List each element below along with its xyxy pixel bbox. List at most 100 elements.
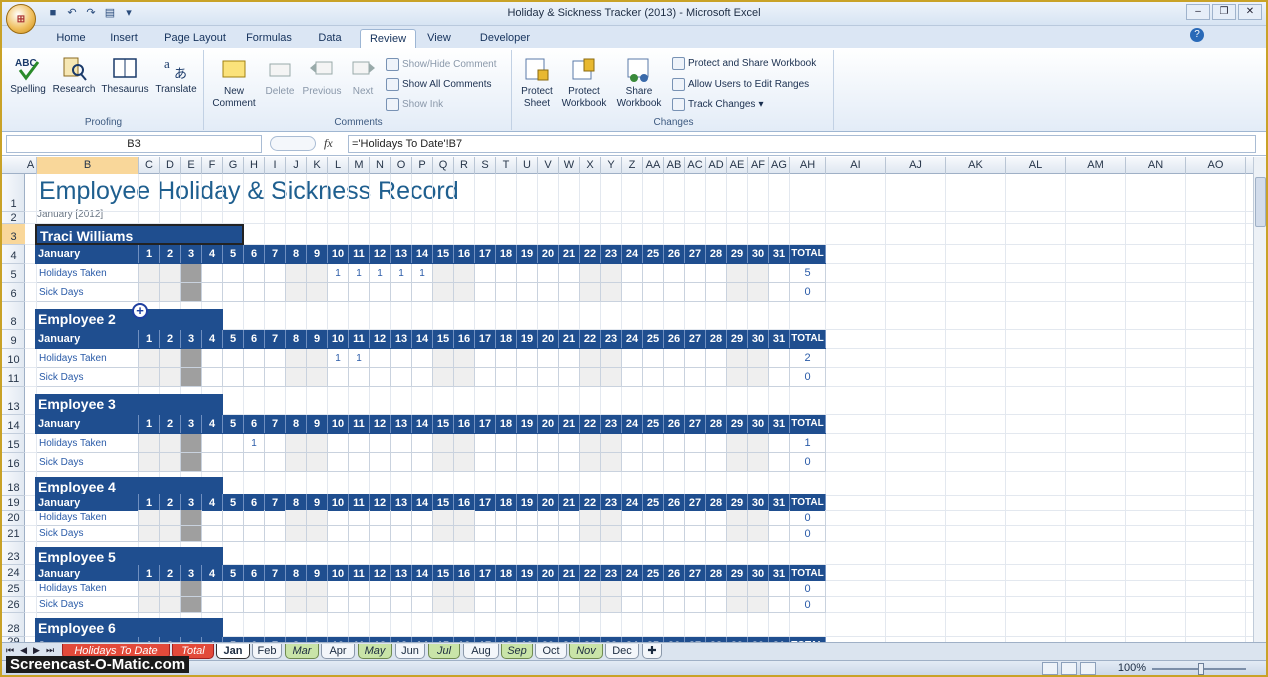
day-number-18[interactable]: 18 — [496, 415, 517, 433]
sheet-tab-sep[interactable]: Sep — [501, 644, 533, 659]
day-cell[interactable] — [286, 453, 307, 472]
holidays-taken-label[interactable]: Holidays Taken — [37, 510, 139, 526]
day-cell[interactable] — [286, 526, 307, 542]
day-cell[interactable] — [202, 283, 223, 302]
row-header-11[interactable]: 11 — [2, 368, 25, 387]
column-header-n[interactable]: N — [370, 157, 391, 174]
day-cell[interactable] — [580, 526, 601, 542]
tab-developer[interactable]: Developer — [474, 29, 536, 48]
day-cell[interactable] — [160, 368, 181, 387]
day-cell[interactable] — [433, 453, 454, 472]
total-cell[interactable]: 5 — [790, 264, 826, 283]
day-cell[interactable] — [580, 264, 601, 283]
day-cell[interactable] — [475, 434, 496, 453]
day-cell[interactable] — [412, 581, 433, 597]
day-cell[interactable] — [349, 453, 370, 472]
day-cell[interactable] — [769, 368, 790, 387]
day-number-7[interactable]: 7 — [265, 245, 286, 263]
day-cell[interactable] — [496, 453, 517, 472]
sheet-tab-jul[interactable]: Jul — [428, 644, 460, 659]
day-cell[interactable] — [769, 453, 790, 472]
day-cell[interactable] — [454, 597, 475, 613]
day-cell[interactable] — [286, 581, 307, 597]
sheet-tab-aug[interactable]: Aug — [463, 644, 499, 659]
column-header-ae[interactable]: AE — [727, 157, 748, 174]
day-number-13[interactable]: 13 — [391, 330, 412, 348]
day-number-6[interactable]: 6 — [244, 245, 265, 263]
day-cell[interactable] — [202, 510, 223, 526]
sick-days-label[interactable]: Sick Days — [37, 453, 139, 472]
day-cell[interactable] — [454, 283, 475, 302]
day-cell[interactable] — [433, 581, 454, 597]
column-header-b[interactable]: B — [37, 157, 139, 174]
day-cell[interactable] — [769, 349, 790, 368]
day-cell[interactable] — [643, 264, 664, 283]
sheet-tab-feb[interactable]: Feb — [252, 644, 282, 659]
name-box[interactable]: B3 — [6, 135, 262, 153]
day-cell[interactable] — [286, 597, 307, 613]
day-number-30[interactable]: 30 — [748, 415, 769, 433]
day-number-22[interactable]: 22 — [580, 330, 601, 348]
column-header-ak[interactable]: AK — [946, 157, 1006, 174]
day-cell[interactable] — [160, 349, 181, 368]
zoom-level[interactable]: 100% — [1118, 662, 1146, 674]
column-header-d[interactable]: D — [160, 157, 181, 174]
day-number-11[interactable]: 11 — [349, 245, 370, 263]
day-number-6[interactable]: 6 — [244, 415, 265, 433]
day-cell[interactable] — [223, 264, 244, 283]
day-number-25[interactable]: 25 — [643, 245, 664, 263]
column-header-r[interactable]: R — [454, 157, 475, 174]
row-header-25[interactable]: 25 — [2, 581, 25, 597]
insert-sheet-icon[interactable]: ✚ — [642, 644, 662, 659]
day-number-9[interactable]: 9 — [307, 245, 328, 263]
day-number-25[interactable]: 25 — [643, 330, 664, 348]
day-cell[interactable] — [538, 434, 559, 453]
minimize-button[interactable]: – — [1186, 4, 1210, 20]
day-number-13[interactable]: 13 — [391, 415, 412, 433]
day-cell[interactable] — [370, 510, 391, 526]
day-cell[interactable] — [706, 368, 727, 387]
day-cell[interactable] — [706, 510, 727, 526]
day-number-10[interactable]: 10 — [328, 415, 349, 433]
row-header-15[interactable]: 15 — [2, 434, 25, 453]
day-number-6[interactable]: 6 — [244, 330, 265, 348]
column-header-x[interactable]: X — [580, 157, 601, 174]
day-cell[interactable] — [454, 453, 475, 472]
day-number-31[interactable]: 31 — [769, 415, 790, 433]
day-cell[interactable] — [265, 434, 286, 453]
day-cell[interactable] — [223, 368, 244, 387]
day-number-16[interactable]: 16 — [454, 245, 475, 263]
protect-sheet-button[interactable]: Protect Sheet — [516, 56, 558, 110]
day-cell[interactable] — [748, 581, 769, 597]
day-cell[interactable] — [265, 283, 286, 302]
day-cell[interactable] — [727, 453, 748, 472]
row-header-3[interactable]: 3 — [2, 224, 25, 245]
day-cell[interactable] — [181, 581, 202, 597]
total-cell[interactable]: 0 — [790, 453, 826, 472]
day-cell[interactable] — [139, 453, 160, 472]
day-cell[interactable] — [160, 597, 181, 613]
day-number-27[interactable]: 27 — [685, 415, 706, 433]
row-header-13[interactable]: 13 — [2, 394, 25, 415]
day-cell[interactable] — [412, 510, 433, 526]
day-cell[interactable] — [685, 597, 706, 613]
day-cell[interactable] — [769, 510, 790, 526]
previous-comment-button[interactable]: Previous — [300, 56, 344, 98]
day-cell[interactable] — [643, 283, 664, 302]
day-cell[interactable] — [244, 264, 265, 283]
day-cell[interactable] — [748, 526, 769, 542]
tab-home[interactable]: Home — [52, 29, 90, 48]
day-cell[interactable] — [538, 581, 559, 597]
day-cell[interactable] — [307, 434, 328, 453]
day-cell[interactable] — [475, 510, 496, 526]
day-cell[interactable] — [181, 453, 202, 472]
day-cell[interactable] — [601, 349, 622, 368]
row-header-5[interactable]: 5 — [2, 264, 25, 283]
total-cell[interactable]: 0 — [790, 597, 826, 613]
day-number-27[interactable]: 27 — [685, 245, 706, 263]
first-sheet-icon[interactable]: ⏮ — [6, 645, 14, 656]
day-cell[interactable] — [475, 368, 496, 387]
day-number-29[interactable]: 29 — [727, 245, 748, 263]
tab-page-layout[interactable]: Page Layout — [160, 29, 230, 48]
day-cell[interactable] — [538, 349, 559, 368]
